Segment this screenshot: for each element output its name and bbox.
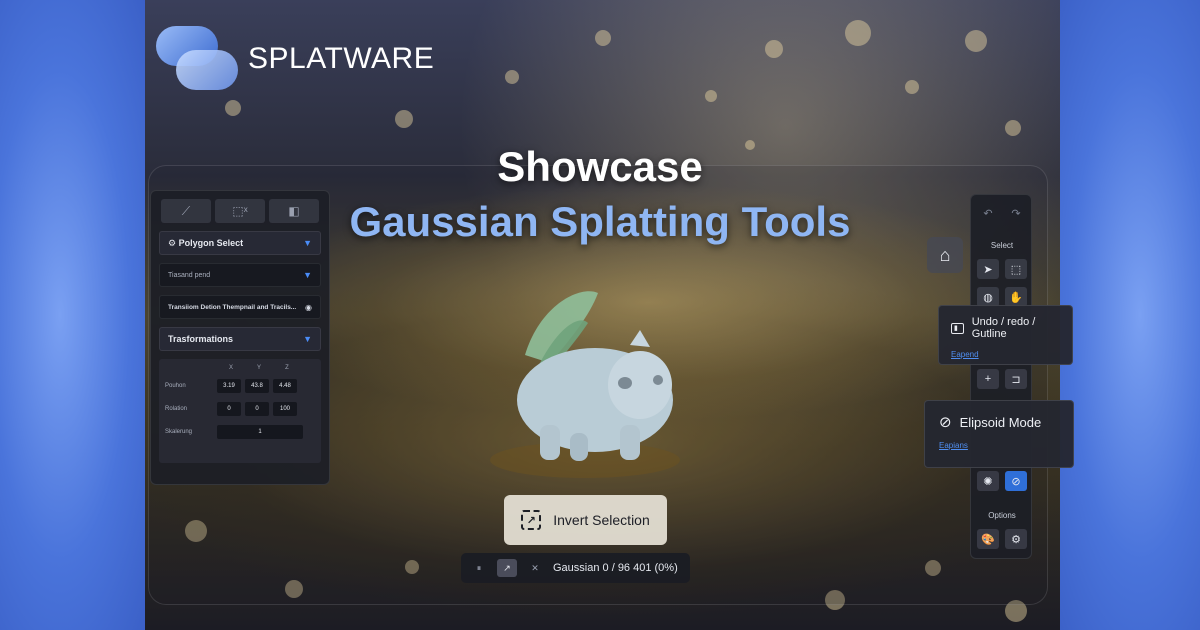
rotation-row: Rolation 0 0 100	[165, 402, 315, 416]
invert-icon[interactable]: ↗	[497, 559, 517, 577]
invert-selection-icon: ↗	[521, 510, 542, 530]
gear-icon: ⚙	[168, 237, 177, 248]
light-icon[interactable]: ✺	[977, 471, 999, 491]
rotation-y-field[interactable]: 0	[245, 402, 269, 416]
tool-properties-panel: ⟋ ⬚ˣ ◧ ⚙ Polygon Select ▼ Tiasand pend ▼…	[150, 190, 330, 485]
position-row: Pouhon 3.19 43.8 4.48	[165, 379, 315, 393]
row-label: Pouhon	[165, 383, 186, 389]
brand-name: SPLATWARE	[248, 42, 435, 75]
splat-figure-model	[490, 291, 680, 478]
scale-field[interactable]: 1	[217, 425, 303, 439]
undo-tooltip-title: Undo / redo / Gutline	[971, 316, 1036, 340]
settings-icon[interactable]: ⚙	[1005, 529, 1027, 549]
row-label: Rolation	[165, 406, 188, 412]
pointer-icon[interactable]: ➤	[977, 259, 999, 279]
gaussian-count-text: Gaussian 0 / 96 401 (0%)	[553, 562, 678, 574]
right-toolbar: ↶ ↷ Select ➤ ⬚ ◍ ✋ + ⊐ ✺ ⊘ Options 🎨 ⚙	[970, 194, 1032, 559]
undo-expand-link[interactable]: Eapend	[951, 350, 979, 359]
tab-layers-icon[interactable]: ◧	[269, 199, 319, 223]
ellipsoid-expand-link[interactable]: Eapians	[939, 441, 968, 450]
tab-cursor-icon[interactable]: ⟋	[161, 199, 211, 223]
tab-transform-icon[interactable]: ⬚ˣ	[215, 199, 265, 223]
selection-status-bar: ⏸ ↗ ✕ Gaussian 0 / 96 401 (0%)	[461, 553, 690, 583]
select-label: Select	[990, 241, 1014, 250]
left-background-glow	[0, 0, 150, 630]
position-x-field[interactable]: 3.19	[217, 379, 241, 393]
redo-icon[interactable]: ↷	[1005, 203, 1027, 223]
undo-icon[interactable]: ↶	[977, 203, 999, 223]
mode-dropdown[interactable]: Tiasand pend ▼	[159, 263, 321, 287]
panel-tabs: ⟋ ⬚ˣ ◧	[151, 191, 329, 231]
rotation-z-field[interactable]: 100	[273, 402, 297, 416]
chevron-down-icon: ▼	[303, 238, 312, 248]
add-icon[interactable]: +	[977, 369, 999, 389]
brand-logo: SPLATWARE	[156, 26, 434, 92]
close-icon[interactable]: ✕	[525, 559, 545, 577]
polygon-select-header[interactable]: ⚙ Polygon Select ▼	[159, 231, 321, 255]
eye-icon[interactable]: ◉	[305, 303, 312, 312]
undo-redo-tooltip: ▮ Undo / redo / Gutline Eapend	[938, 305, 1073, 365]
invert-selection-button[interactable]: ↗ Invert Selection	[504, 495, 667, 545]
invert-selection-label: Invert Selection	[553, 512, 650, 528]
ellipsoid-icon: ⊘	[939, 414, 952, 431]
column-y: Y	[256, 365, 261, 371]
chevron-down-icon: ▼	[303, 334, 312, 344]
grid-header: X Y Z	[165, 365, 315, 371]
options-label: Options	[988, 511, 1016, 520]
column-z: Z	[285, 365, 289, 371]
subtract-icon[interactable]: ⊐	[1005, 369, 1027, 389]
rotation-x-field[interactable]: 0	[217, 402, 241, 416]
scale-row: Skalerung 1	[165, 425, 315, 439]
brush-select-icon[interactable]: ◍	[977, 287, 999, 307]
splatware-logo-icon	[156, 26, 238, 92]
pause-icon[interactable]: ⏸	[469, 559, 489, 577]
transform-detail-label: Transiiom Detion Thempnail and Tracils..…	[168, 303, 297, 311]
transform-detail-row[interactable]: Transiiom Detion Thempnail and Tracils..…	[159, 295, 321, 319]
position-y-field[interactable]: 43.8	[245, 379, 269, 393]
hide-icon[interactable]: ⊘	[1005, 471, 1027, 491]
transformations-header[interactable]: Trasformations ▼	[159, 327, 321, 351]
ellipsoid-tooltip: ⊘ Elipsoid Mode Eapians	[924, 400, 1074, 468]
transform-grid: X Y Z Pouhon 3.19 43.8 4.48 Rolation 0 0…	[159, 359, 321, 463]
lasso-icon[interactable]: ✋	[1005, 287, 1027, 307]
position-z-field[interactable]: 4.48	[273, 379, 297, 393]
mode-dropdown-value: Tiasand pend	[168, 271, 211, 279]
rect-select-icon[interactable]: ⬚	[1005, 259, 1027, 279]
home-icon[interactable]: ⌂	[927, 237, 963, 273]
palette-icon[interactable]: 🎨	[977, 529, 999, 549]
panel-icon: ▮	[951, 322, 964, 334]
headline-showcase: Showcase	[497, 143, 703, 190]
row-label: Skalerung	[165, 429, 193, 435]
chevron-down-icon: ▼	[303, 270, 312, 280]
ellipsoid-tooltip-title: Elipsoid Mode	[959, 414, 1042, 430]
column-x: X	[228, 365, 233, 371]
transformations-label: Trasformations	[168, 334, 234, 344]
polygon-select-label: Polygon Select	[178, 237, 244, 248]
